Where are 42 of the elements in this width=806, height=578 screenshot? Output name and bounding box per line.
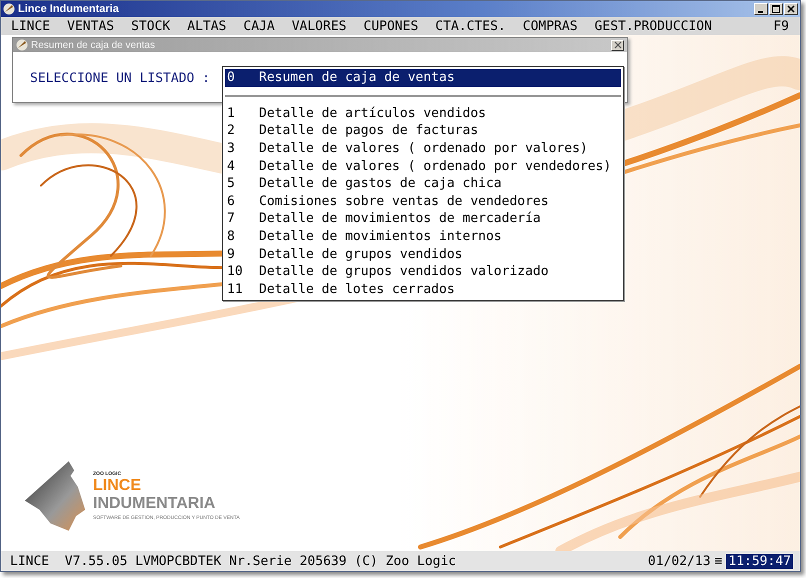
- menu-item[interactable]: LINCE: [11, 18, 50, 34]
- maximize-icon: [772, 5, 780, 13]
- menu-item[interactable]: ALTAS: [187, 18, 226, 34]
- date-label: 01/02/13: [648, 554, 711, 568]
- list-item[interactable]: 1 Detalle de artículos vendidos: [225, 104, 621, 122]
- lynx-head-icon: [23, 459, 87, 533]
- prompt-label: SELECCIONE UN LISTADO :: [30, 71, 210, 86]
- maximize-button[interactable]: [769, 3, 783, 15]
- app-icon: [3, 3, 15, 15]
- window-title: Lince Indumentaria: [18, 3, 119, 15]
- menu-item[interactable]: CAJA: [243, 18, 275, 34]
- close-icon: [614, 41, 622, 49]
- list-item[interactable]: 7 Detalle de movimientos de mercadería: [225, 210, 621, 228]
- close-button[interactable]: [784, 3, 798, 15]
- menu-shortcut[interactable]: F9: [773, 18, 789, 34]
- list-item[interactable]: 5 Detalle de gastos de caja chica: [225, 174, 621, 193]
- list-item[interactable]: 11 Detalle de lotes cerrados: [225, 280, 621, 298]
- logo-name: INDUMENTARIA: [93, 495, 216, 513]
- menu-item[interactable]: STOCK: [131, 18, 170, 34]
- clock: 11:59:47: [726, 554, 793, 568]
- list-item[interactable]: 6 Comisiones sobre ventas de vendedores: [225, 192, 621, 210]
- list-item[interactable]: 3 Detalle de valores ( ordenado por valores): [225, 140, 621, 158]
- close-icon: [787, 5, 795, 13]
- version-info: LINCE V7.55.05 LVMOPCBDTEK Nr.Serie 205639 (C) Zoo Logic: [10, 554, 456, 568]
- menu-item[interactable]: VALORES: [292, 18, 346, 34]
- menu-item[interactable]: COMPRAS: [522, 18, 578, 34]
- list-item[interactable]: 0 Resumen de caja de ventas: [225, 69, 621, 87]
- dialog-title: Resumen de caja de ventas: [31, 40, 155, 50]
- menu-item[interactable]: VENTAS: [67, 18, 114, 34]
- list-item[interactable]: 2 Detalle de pagos de facturas: [225, 122, 621, 140]
- menu-item[interactable]: CUPONES: [364, 18, 418, 34]
- menu-item[interactable]: GEST.PRODUCCION: [594, 18, 712, 34]
- list-item[interactable]: 9 Detalle de grupos vendidos: [225, 245, 621, 263]
- list-item[interactable]: 10 Detalle de grupos vendidos valorizado: [225, 262, 621, 281]
- list-item[interactable]: 4 Detalle de valores ( ordenado por vendedores): [225, 157, 621, 175]
- list-item[interactable]: 8 Detalle de movimientos internos: [225, 228, 621, 246]
- menu-item[interactable]: CTA.CTES.: [435, 18, 506, 34]
- close-button[interactable]: [611, 40, 624, 50]
- menu-glyph: ≡: [714, 554, 722, 568]
- minimize-button[interactable]: [754, 3, 768, 15]
- logo-name: LINCE: [93, 477, 142, 495]
- app-icon: [16, 39, 28, 51]
